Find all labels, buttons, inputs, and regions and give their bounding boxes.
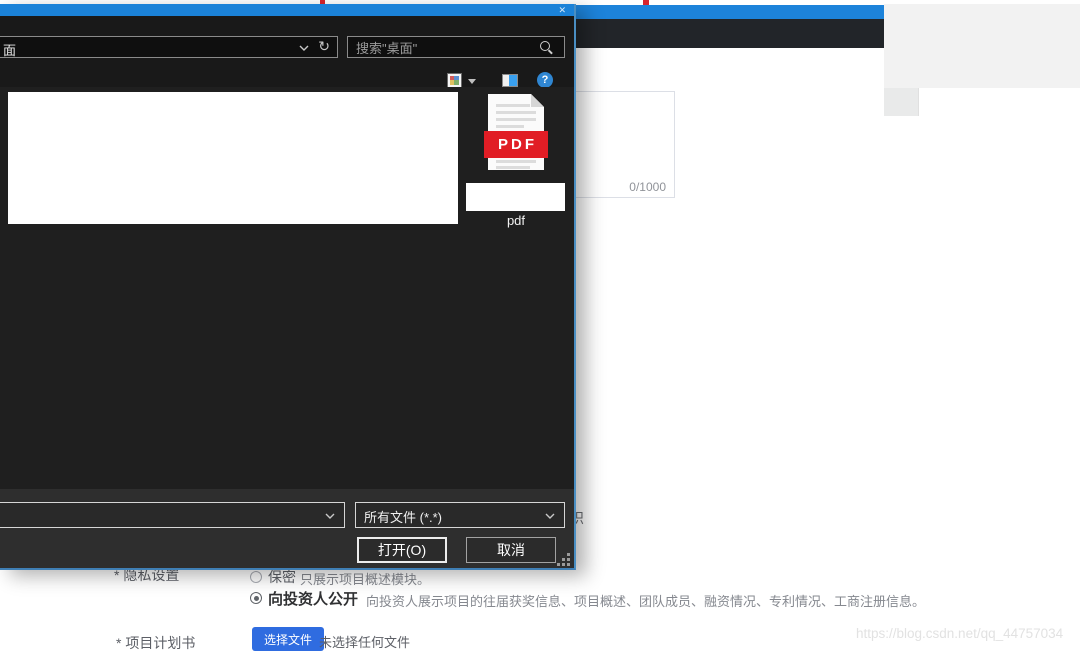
dialog-titlebar[interactable]: ✕: [0, 4, 574, 16]
radio-public[interactable]: [250, 592, 262, 604]
change-view-icon[interactable]: [447, 73, 462, 88]
filetype-select[interactable]: 所有文件 (*.*): [355, 502, 565, 528]
project-plan-label: * 项目计划书: [116, 635, 196, 651]
address-bar[interactable]: 面 ↻: [0, 36, 338, 58]
pdf-badge: PDF: [484, 131, 548, 158]
page-right-gutter: [884, 4, 1080, 88]
address-dropdown-icon[interactable]: [299, 45, 309, 51]
background-window-titlebar: [576, 5, 884, 19]
char-counter: 0/1000: [629, 180, 666, 194]
dialog-toolbar-area: 面 ↻ ?: [0, 16, 574, 88]
open-button[interactable]: 打开(O): [357, 537, 447, 563]
filetype-dropdown-icon[interactable]: [545, 513, 555, 519]
radio-secret-desc: 只展示项目概述模块。: [300, 572, 431, 587]
scrollbar-thumb[interactable]: [884, 88, 919, 116]
radio-public-desc: 向投资人展示项目的往届获奖信息、项目概述、团队成员、融资情况、专利情况、工商注册…: [366, 594, 926, 609]
radio-secret-label[interactable]: 保密: [268, 567, 296, 587]
radio-secret[interactable]: [250, 571, 262, 583]
address-text: 面: [3, 43, 17, 58]
close-icon[interactable]: ✕: [558, 4, 566, 16]
filename-input[interactable]: [5, 504, 299, 526]
pdf-file-item[interactable]: PDF pdf: [460, 90, 572, 236]
project-intro-textarea[interactable]: 0/1000: [566, 91, 675, 198]
dialog-bottom-pane: 所有文件 (*.*) 打开(O) 取消: [0, 489, 574, 568]
filetype-value: 所有文件 (*.*): [364, 510, 443, 525]
refresh-icon[interactable]: ↻: [318, 39, 330, 55]
file-list[interactable]: PDF pdf: [0, 87, 574, 489]
watermark-url: https://blog.csdn.net/qq_44757034: [856, 626, 1064, 641]
no-file-selected-text: 未选择任何文件: [319, 635, 411, 650]
screenshot-canvas: 0/1000 织 * 隐私设置 保密 只展示项目概述模块。 向投资人公开 向投资…: [0, 0, 1080, 653]
resize-grip[interactable]: [567, 563, 570, 566]
file-extension-label: pdf: [506, 213, 526, 228]
search-icon[interactable]: [540, 41, 550, 51]
search-box[interactable]: [347, 36, 565, 58]
file-open-dialog: ✕ 面 ↻ ?: [0, 4, 576, 570]
redacted-file-area: [8, 92, 458, 224]
cancel-button[interactable]: 取消: [466, 537, 556, 563]
view-options-dropdown-icon[interactable]: [468, 79, 476, 84]
choose-file-button[interactable]: 选择文件: [252, 627, 325, 651]
redacted-filename-box[interactable]: [466, 183, 565, 211]
radio-public-label[interactable]: 向投资人公开: [268, 588, 358, 609]
preview-pane-icon[interactable]: [502, 74, 518, 87]
background-window-toolbar: [576, 19, 884, 48]
search-input[interactable]: [354, 38, 528, 58]
filename-combobox[interactable]: [0, 502, 345, 528]
filename-dropdown-icon[interactable]: [325, 513, 335, 519]
help-icon[interactable]: ?: [537, 72, 553, 88]
